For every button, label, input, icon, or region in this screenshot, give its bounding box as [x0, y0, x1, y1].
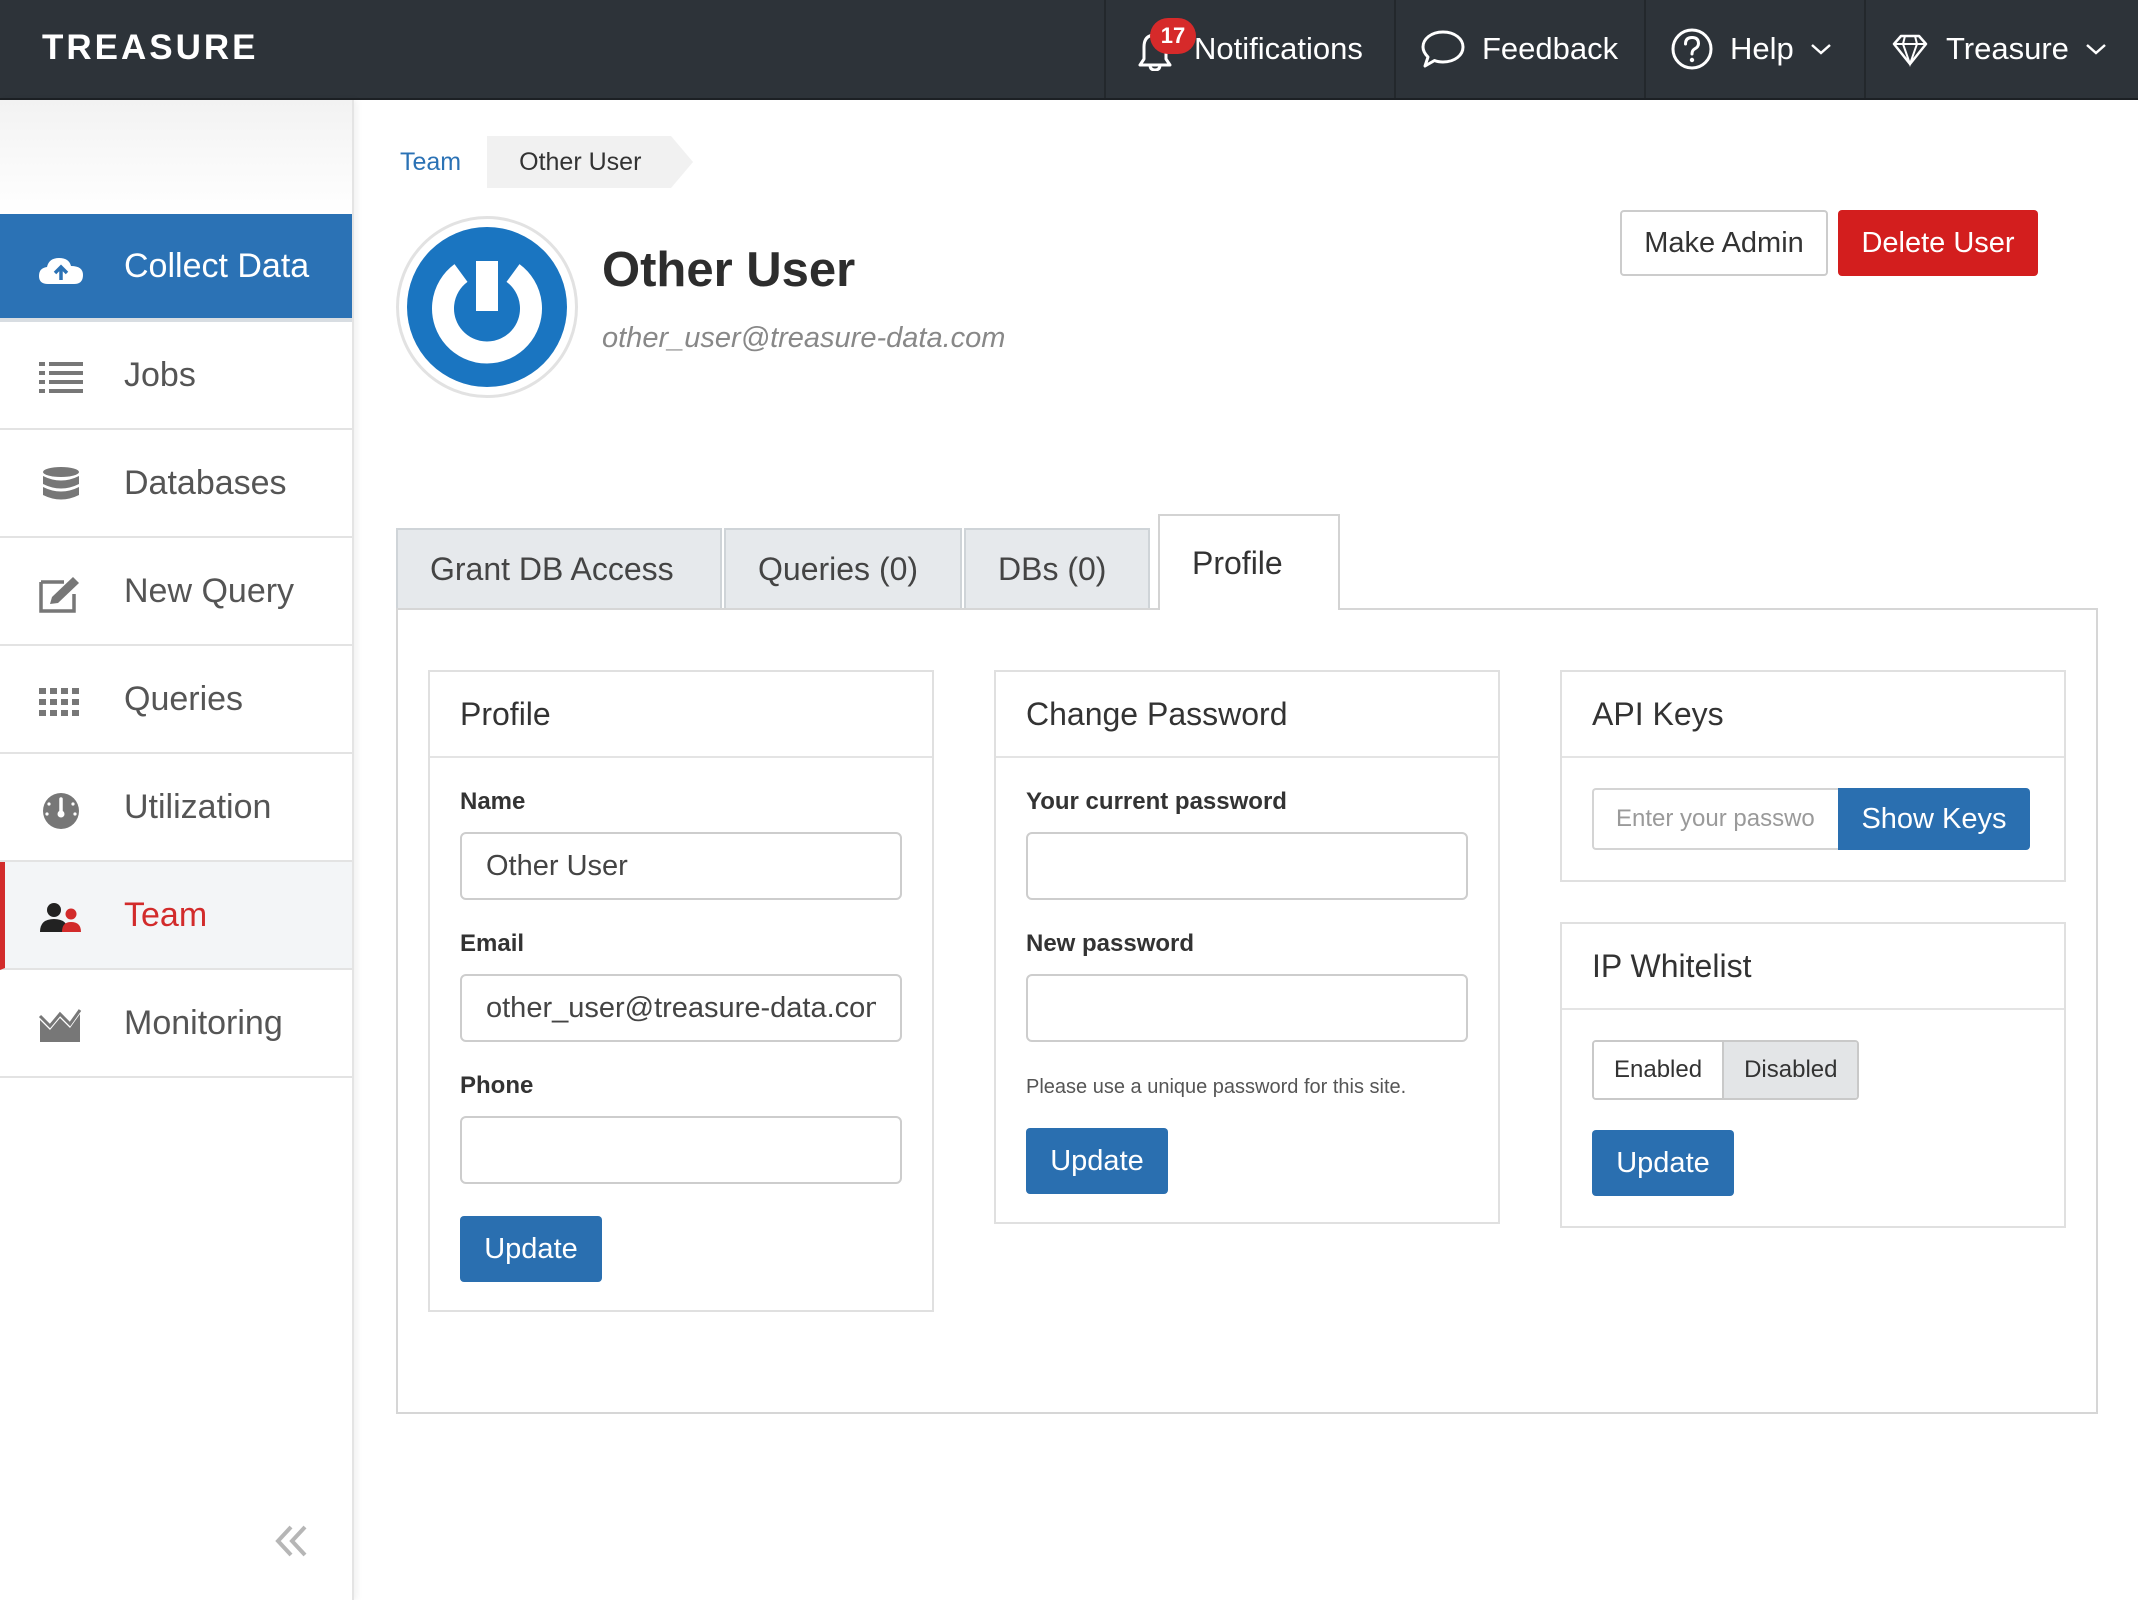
api-keys-card-title: API Keys	[1562, 672, 2064, 758]
profile-update-button[interactable]: Update	[460, 1216, 602, 1282]
tab-profile[interactable]: Profile	[1158, 514, 1340, 610]
sidebar-item-label: Queries	[124, 679, 244, 718]
sidebar-item-label: Collect Data	[124, 246, 310, 285]
sidebar-collapse-button[interactable]	[272, 1520, 312, 1570]
account-menu[interactable]: Treasure	[1864, 0, 2138, 98]
sidebar-item-label: Team	[124, 895, 208, 934]
tab-grant-db-access[interactable]: Grant DB Access	[396, 528, 722, 608]
sidebar-item-label: Databases	[124, 463, 287, 502]
speech-bubble-icon	[1421, 30, 1465, 68]
name-field[interactable]	[460, 832, 902, 900]
current-password-field[interactable]	[1026, 832, 1468, 900]
double-chevron-left-icon	[275, 1525, 307, 1557]
ip-whitelist-update-button[interactable]: Update	[1592, 1130, 1734, 1196]
account-label: Treasure	[1946, 31, 2069, 66]
help-menu[interactable]: Help	[1644, 0, 1864, 98]
tab-queries[interactable]: Queries (0)	[724, 528, 962, 608]
question-circle-icon	[1671, 28, 1713, 70]
change-password-card-title: Change Password	[996, 672, 1498, 758]
chevron-down-icon	[1810, 44, 1831, 55]
list-icon	[39, 362, 83, 393]
email-label: Email	[460, 930, 525, 957]
sidebar-item-databases[interactable]: Databases	[0, 430, 352, 538]
feedback-button[interactable]: Feedback	[1394, 0, 1644, 98]
tab-dbs[interactable]: DBs (0)	[964, 528, 1150, 608]
sidebar: Collect Data Jobs Databases New Query Qu…	[0, 100, 354, 1600]
grid-icon	[39, 688, 79, 716]
chevron-down-icon	[2086, 44, 2106, 55]
new-password-label: New password	[1026, 930, 1195, 957]
notifications-button[interactable]: Notifications	[1104, 0, 1394, 98]
make-admin-button[interactable]: Make Admin	[1620, 210, 1828, 276]
password-update-button[interactable]: Update	[1026, 1128, 1168, 1194]
sidebar-item-team[interactable]: Team	[0, 862, 352, 970]
top-navbar: TREASURE Notifications 17 Feedback Help …	[0, 0, 2138, 100]
change-password-card: Change Password Your current password Ne…	[994, 670, 1500, 1224]
app-logo[interactable]: TREASURE	[42, 28, 259, 68]
sidebar-item-label: Jobs	[124, 355, 196, 394]
breadcrumb-current: Other User	[487, 136, 694, 188]
sidebar-spacer	[0, 100, 352, 214]
sidebar-item-collect-data[interactable]: Collect Data	[0, 214, 352, 322]
show-keys-button[interactable]: Show Keys	[1838, 788, 2030, 850]
sidebar-item-label: New Query	[124, 571, 295, 610]
ip-whitelist-enabled-option[interactable]: Enabled	[1594, 1042, 1725, 1098]
api-keys-card: API Keys Show Keys	[1560, 670, 2066, 882]
sidebar-item-queries[interactable]: Queries	[0, 646, 352, 754]
power-logo-icon	[407, 227, 567, 387]
ip-whitelist-disabled-option[interactable]: Disabled	[1724, 1042, 1858, 1098]
breadcrumb: Team Other User	[396, 136, 694, 188]
user-email: other_user@treasure-data.com	[602, 322, 1006, 354]
gauge-icon	[43, 793, 79, 829]
api-password-input[interactable]	[1592, 788, 1838, 850]
cloud-upload-icon	[39, 258, 83, 284]
sidebar-item-monitoring[interactable]: Monitoring	[0, 970, 352, 1078]
breadcrumb-team-link[interactable]: Team	[396, 136, 487, 188]
profile-card: Profile Name Email Phone Update	[428, 670, 934, 1312]
database-icon	[43, 467, 79, 500]
edit-icon	[39, 577, 79, 613]
sidebar-item-utilization[interactable]: Utilization	[0, 754, 352, 862]
sidebar-item-new-query[interactable]: New Query	[0, 538, 352, 646]
ip-whitelist-card: IP Whitelist Enabled Disabled Update	[1560, 922, 2066, 1228]
current-password-label: Your current password	[1026, 788, 1287, 815]
page-title: Other User	[602, 243, 856, 297]
chart-icon	[38, 1009, 82, 1042]
ip-whitelist-card-title: IP Whitelist	[1562, 924, 2064, 1010]
feedback-label: Feedback	[1482, 31, 1619, 66]
phone-field[interactable]	[460, 1116, 902, 1184]
diamond-icon	[1892, 34, 1928, 68]
notifications-label: Notifications	[1194, 31, 1363, 66]
avatar	[396, 216, 578, 398]
ip-whitelist-toggle: Enabled Disabled	[1592, 1040, 1860, 1100]
name-label: Name	[460, 788, 526, 815]
phone-label: Phone	[460, 1072, 534, 1099]
delete-user-button[interactable]: Delete User	[1838, 210, 2038, 276]
help-label: Help	[1730, 31, 1794, 66]
sidebar-item-label: Monitoring	[124, 1003, 283, 1042]
new-password-field[interactable]	[1026, 974, 1468, 1042]
sidebar-item-jobs[interactable]: Jobs	[0, 322, 352, 430]
email-field[interactable]	[460, 974, 902, 1042]
users-icon	[40, 903, 81, 932]
password-hint: Please use a unique password for this si…	[1026, 1076, 1407, 1098]
notifications-count-badge: 17	[1150, 18, 1196, 54]
profile-card-title: Profile	[430, 672, 932, 758]
sidebar-item-label: Utilization	[124, 787, 272, 826]
